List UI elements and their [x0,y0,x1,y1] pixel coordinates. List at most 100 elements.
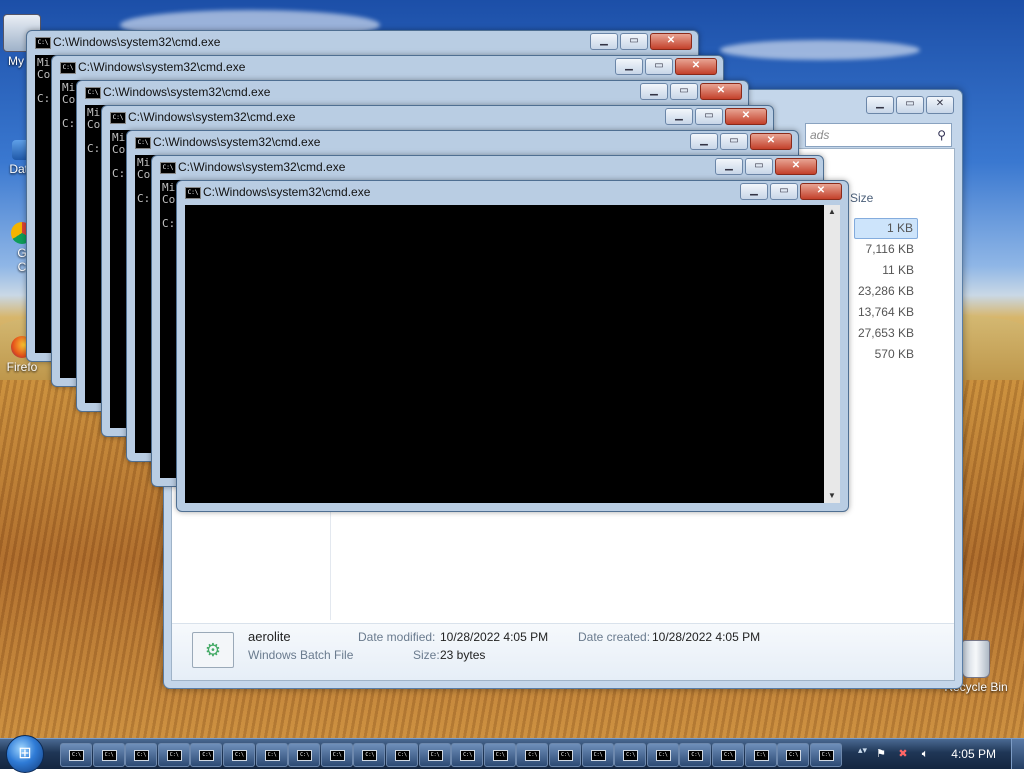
search-input[interactable]: ads ⚲ [805,123,952,147]
minimize-button[interactable]: ▁ [866,96,894,114]
taskbar-button-cmd[interactable]: C:\ [320,743,353,767]
date-created-value: 10/28/2022 4:05 PM [652,630,761,644]
taskbar-button-cmd[interactable]: C:\ [777,743,810,767]
taskbar-button-cmd[interactable]: C:\ [125,743,158,767]
maximize-button[interactable]: ▭ [620,33,648,50]
date-modified-value: 10/28/2022 4:05 PM [440,630,549,644]
network-icon[interactable]: ✖ [896,747,910,761]
size-cell[interactable]: 27,653 KB [854,323,918,344]
show-desktop-button[interactable] [1011,739,1024,769]
minimize-button[interactable]: ▁ [715,158,743,175]
scroll-up-icon[interactable]: ▲ [824,205,840,219]
date-modified-label: Date modified: [358,630,436,644]
taskbar-button-cmd[interactable]: C:\ [646,743,679,767]
details-pane: ⚙ aerolite Windows Batch File Date modif… [172,623,954,680]
taskbar-button-cmd[interactable]: C:\ [679,743,712,767]
cmd-window-title: C:\Windows\system32\cmd.exe [78,60,246,74]
cmd-icon: C:\ [753,750,769,761]
size-cell[interactable]: 13,764 KB [854,302,918,323]
close-button[interactable]: ✕ [725,108,767,125]
cmd-icon: C:\ [329,750,345,761]
taskbar-button-cmd[interactable]: C:\ [255,743,288,767]
cmd-window-title: C:\Windows\system32\cmd.exe [153,135,321,149]
minimize-button[interactable]: ▁ [740,183,768,200]
cmd-window-title: C:\Windows\system32\cmd.exe [128,110,296,124]
close-button[interactable]: ✕ [800,183,842,200]
volume-icon[interactable]: 🔈︎ [918,747,932,761]
cmd-icon: C:\ [492,750,508,761]
taskbar-button-cmd[interactable]: C:\ [288,743,321,767]
close-button[interactable]: ✕ [700,83,742,100]
close-button[interactable]: ✕ [750,133,792,150]
cmd-icon: C:\ [688,750,704,761]
action-center-icon[interactable]: ⚑ [874,747,888,761]
minimize-button[interactable]: ▁ [615,58,643,75]
size-value: 23 bytes [440,648,486,662]
tray-scroll-icon[interactable]: ▴▾ [858,745,867,763]
taskbar-button-cmd[interactable]: C:\ [712,743,744,767]
cmd-icon: C:\ [35,37,51,49]
taskbar-button-cmd[interactable]: C:\ [614,743,647,767]
taskbar-button-cmd[interactable]: C:\ [92,743,125,767]
maximize-button[interactable]: ▭ [770,183,798,200]
start-button[interactable]: ⊞ [6,735,44,773]
cmd-icon: C:\ [199,750,215,761]
taskbar: ⊞ C:\ C:\ C:\ C:\ C:\ C:\ C:\ C:\ C:\ C:\ C:\ C:\ C:… [0,735,1024,773]
size-cell[interactable]: 7,116 KB [854,239,918,260]
maximize-button[interactable]: ▭ [670,83,698,100]
cmd-icon: C:\ [395,750,410,761]
cmd-icon: C:\ [185,187,201,199]
cmd-caption-buttons: ▁ ▭ ✕ [665,108,767,125]
size-cell[interactable]: 570 KB [854,344,918,365]
cloud [720,40,920,60]
cmd-caption-buttons: ▁ ▭ ✕ [590,33,692,50]
minimize-button[interactable]: ▁ [590,33,618,50]
cmd-caption-buttons: ▁ ▭ ✕ [640,83,742,100]
taskbar-button-cmd[interactable]: C:\ [157,743,190,767]
close-button[interactable]: ✕ [775,158,817,175]
cmd-window-title: C:\Windows\system32\cmd.exe [103,85,271,99]
column-header-size[interactable]: Size [850,191,873,205]
taskbar-button-cmd[interactable]: C:\ [451,743,484,767]
minimize-button[interactable]: ▁ [640,83,668,100]
minimize-button[interactable]: ▁ [665,108,693,125]
cmd-window-title: C:\Windows\system32\cmd.exe [203,185,371,199]
size-cell[interactable]: 1 KB [854,218,918,239]
close-button[interactable]: ✕ [650,33,692,50]
cmd-icon: C:\ [160,162,176,174]
size-cell[interactable]: 23,286 KB [854,281,918,302]
taskbar-clock[interactable]: 4:05 PM [951,747,996,761]
taskbar-button-cmd[interactable]: C:\ [223,743,255,767]
taskbar-button-cmd[interactable]: C:\ [418,743,451,767]
maximize-button[interactable]: ▭ [745,158,773,175]
taskbar-button-cmd[interactable]: C:\ [744,743,777,767]
vertical-scrollbar[interactable]: ▲▼ [824,205,840,503]
taskbar-button-cmd[interactable]: C:\ [190,743,223,767]
size-cell[interactable]: 11 KB [854,260,918,281]
taskbar-button-cmd[interactable]: C:\ [60,743,92,767]
cmd-window-title: C:\Windows\system32\cmd.exe [53,35,221,49]
maximize-button[interactable]: ▭ [896,96,924,114]
taskbar-button-cmd[interactable]: C:\ [353,743,386,767]
taskbar-button-cmd[interactable]: C:\ [809,743,842,767]
size-label: Size: [413,648,440,662]
cmd-window-title: C:\Windows\system32\cmd.exe [178,160,346,174]
taskbar-button-cmd[interactable]: C:\ [516,743,549,767]
system-tray: ▴▾ ⚑ ✖ 🔈︎ 4:05 PM [858,739,1024,769]
taskbar-button-cmd[interactable]: C:\ [483,743,516,767]
maximize-button[interactable]: ▭ [720,133,748,150]
cmd-window[interactable]: C:\ C:\Windows\system32\cmd.exe ▁ ▭ ✕ ▲ ▼ [176,180,849,512]
cmd-icon: C:\ [721,750,736,761]
cmd-icon: C:\ [786,750,802,761]
console-output[interactable] [185,205,840,503]
minimize-button[interactable]: ▁ [690,133,718,150]
scroll-down-icon[interactable]: ▼ [824,489,840,503]
taskbar-button-cmd[interactable]: C:\ [581,743,614,767]
close-button[interactable]: ✕ [926,96,954,114]
taskbar-button-cmd[interactable]: C:\ [549,743,581,767]
file-type: Windows Batch File [248,648,354,662]
maximize-button[interactable]: ▭ [645,58,673,75]
maximize-button[interactable]: ▭ [695,108,723,125]
close-button[interactable]: ✕ [675,58,717,75]
taskbar-button-cmd[interactable]: C:\ [386,743,418,767]
